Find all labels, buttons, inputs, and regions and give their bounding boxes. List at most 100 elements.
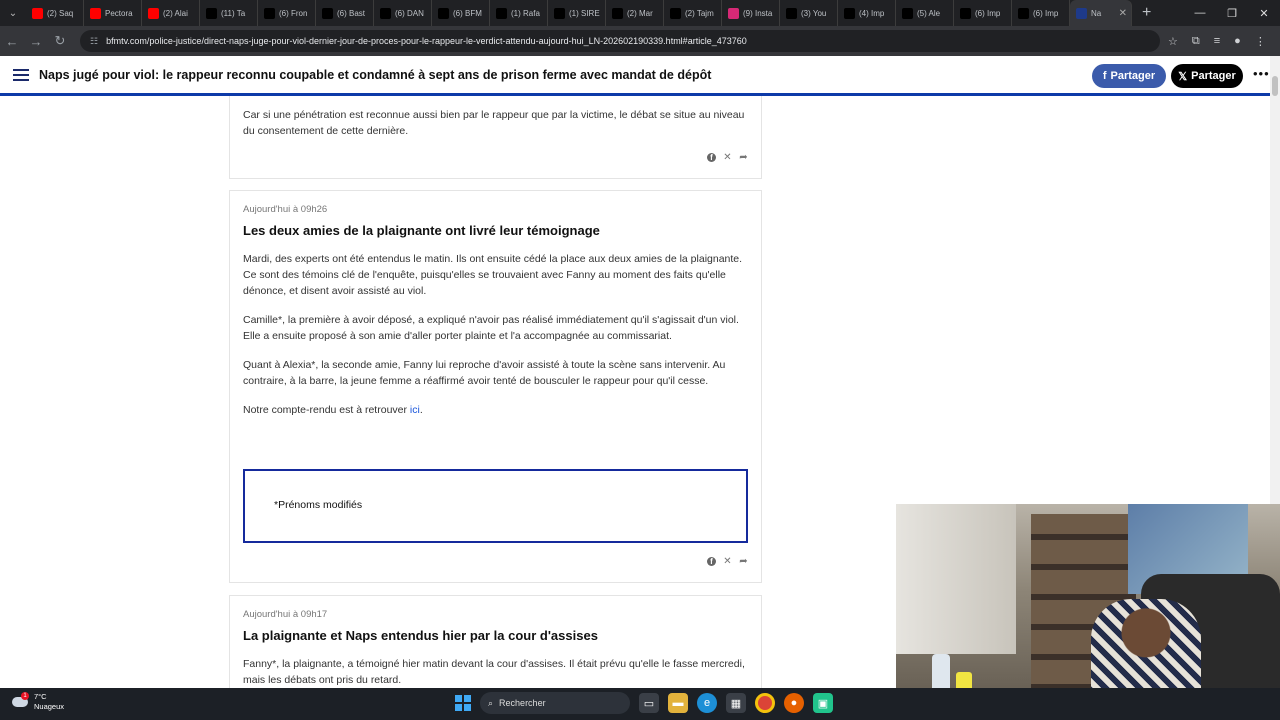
address-toolbar: ← → ↻ ☷ bfmtv.com/police-justice/direct-…	[0, 26, 1280, 56]
tab-label: (6) Imp	[1033, 8, 1059, 18]
x-icon	[844, 7, 855, 19]
hamburger-menu-icon[interactable]	[13, 66, 29, 84]
profile-icon[interactable]: ●	[1234, 35, 1241, 48]
taskbar-search[interactable]: ⌕ Rechercher	[480, 692, 630, 714]
report-link[interactable]: ici	[410, 404, 420, 416]
store-icon[interactable]: ▦	[726, 693, 746, 713]
x-icon	[264, 7, 275, 19]
article-headline: Naps jugé pour viol: le rappeur reconnu …	[39, 67, 712, 82]
browser-tab[interactable]: (6) DAN	[374, 0, 432, 26]
share-facebook-label: Partager	[1110, 70, 1156, 82]
youtube-icon	[32, 7, 43, 19]
tab-label: Na	[1091, 8, 1102, 18]
tab-label: (5) Ale	[917, 8, 941, 18]
browser-tab[interactable]: (3) You	[780, 0, 838, 26]
browser-tab[interactable]: (6) BFM	[432, 0, 490, 26]
note-text: *Prénoms modifiés	[274, 499, 363, 511]
tab-label: (2) Alai	[163, 8, 188, 18]
x-share-icon[interactable]: ✕	[723, 556, 732, 567]
x-icon	[322, 7, 333, 19]
post-paragraph: Car si une pénétration est reconnue auss…	[243, 109, 745, 137]
search-icon: ⌕	[488, 697, 494, 708]
reload-icon[interactable]: ↻	[48, 33, 72, 49]
x-icon	[1018, 7, 1029, 19]
youtube-icon	[90, 7, 101, 19]
chrome-icon[interactable]	[755, 693, 775, 713]
share-x-button[interactable]: 𝕏 Partager	[1171, 64, 1243, 88]
scroll-thumb[interactable]	[1272, 76, 1278, 96]
browser-tab[interactable]: (6) Bast	[316, 0, 374, 26]
tab-search-icon[interactable]: ⌄	[0, 0, 26, 26]
facebook-share-icon[interactable]: f	[707, 153, 716, 162]
browser-tab[interactable]: (2) Saq	[26, 0, 84, 26]
tab-label: (6) Imp	[975, 8, 1001, 18]
url-field[interactable]: ☷ bfmtv.com/police-justice/direct-naps-j…	[80, 30, 1160, 52]
tab-label: (2) Mar	[627, 8, 653, 18]
weather-widget[interactable]: 1 7°C Nuageux	[12, 692, 64, 712]
facebook-share-icon[interactable]: f	[707, 557, 716, 566]
windows-taskbar: 1 7°C Nuageux ⌕ Rechercher ▭ ▬ e ▦ ● ▣	[0, 688, 1280, 720]
browser-tab[interactable]: Na ✕	[1070, 0, 1132, 26]
post-paragraph: Mardi, des experts ont été entendus le m…	[243, 253, 743, 297]
browser-tab[interactable]: Pectora	[84, 0, 142, 26]
browser-tab[interactable]: (4) Imp	[838, 0, 896, 26]
restore-icon[interactable]: ❐	[1216, 7, 1248, 20]
x-icon	[612, 7, 623, 19]
share-x-label: Partager	[1191, 70, 1236, 82]
x-icon	[496, 7, 507, 19]
temperature: 7°C	[34, 692, 47, 701]
file-explorer-icon[interactable]: ▬	[668, 693, 688, 713]
post-timestamp: Aujourd'hui à 09h26	[243, 204, 328, 215]
tab-label: (1) Rafa	[511, 8, 540, 18]
firefox-icon[interactable]: ●	[784, 693, 804, 713]
minimize-icon[interactable]: —	[1184, 7, 1216, 20]
browser-tab[interactable]: (2) Mar	[606, 0, 664, 26]
browser-tab[interactable]: (5) Ale	[896, 0, 954, 26]
x-share-icon[interactable]: ✕	[723, 152, 732, 163]
x-icon: 𝕏	[1178, 70, 1188, 83]
instagram-icon	[728, 7, 739, 19]
browser-tab[interactable]: (2) Tajm	[664, 0, 722, 26]
bookmark-star-icon[interactable]: ☆	[1168, 35, 1178, 48]
post-share-icons: f ✕ ➦	[707, 556, 748, 567]
menu-icon[interactable]: ⋮	[1255, 35, 1266, 48]
task-view-icon[interactable]: ▭	[639, 693, 659, 713]
share-arrow-icon[interactable]: ➦	[739, 152, 748, 163]
share-arrow-icon[interactable]: ➦	[739, 556, 748, 567]
post-share-icons: f ✕ ➦	[707, 152, 748, 163]
browser-tab[interactable]: (11) Ta	[200, 0, 258, 26]
close-icon[interactable]: ✕	[1248, 7, 1280, 20]
tab-label: (1) SIRE	[569, 8, 600, 18]
browser-tab[interactable]: (6) Fron	[258, 0, 316, 26]
tab-label: Pectora	[105, 8, 133, 18]
browser-tab[interactable]: (6) Imp	[1012, 0, 1070, 26]
back-icon[interactable]: ←	[0, 34, 24, 49]
app-icon[interactable]: ▣	[813, 693, 833, 713]
forward-icon[interactable]: →	[24, 34, 48, 49]
browser-tab-strip: ⌄ (2) Saq Pectora (2) Alai (11) Ta (6) Fron(…	[0, 0, 1280, 26]
browser-tab[interactable]: (1) Rafa	[490, 0, 548, 26]
browser-tab[interactable]: (1) SIRE	[548, 0, 606, 26]
tab-label: (6) BFM	[453, 8, 482, 18]
site-info-icon[interactable]: ☷	[90, 36, 98, 47]
tab-label: (6) DAN	[395, 8, 424, 18]
edge-icon[interactable]: e	[697, 693, 717, 713]
new-tab-button[interactable]: +	[1132, 4, 1161, 22]
browser-tab[interactable]: (9) Insta	[722, 0, 780, 26]
site-header: Naps jugé pour viol: le rappeur reconnu …	[0, 56, 1270, 96]
tab-label: (4) Imp	[859, 8, 885, 18]
tab-label: (11) Ta	[221, 8, 246, 18]
share-facebook-button[interactable]: f Partager	[1092, 64, 1166, 88]
media-icon[interactable]: ≡	[1214, 35, 1220, 48]
browser-tab[interactable]: (2) Alai	[142, 0, 200, 26]
browser-tab[interactable]: (6) Imp	[954, 0, 1012, 26]
start-icon[interactable]	[455, 695, 471, 711]
url-text: bfmtv.com/police-justice/direct-naps-jug…	[106, 36, 747, 46]
youtube-icon	[148, 7, 159, 19]
post-paragraph: Notre compte-rendu est à retrouver ici.	[243, 402, 748, 418]
weather-text: 7°C Nuageux	[34, 692, 64, 712]
close-tab-icon[interactable]: ✕	[1119, 8, 1127, 19]
extensions-icon[interactable]: ⧉	[1192, 35, 1200, 48]
bfm-icon	[1076, 7, 1087, 19]
more-options-icon[interactable]: •••	[1253, 66, 1270, 81]
